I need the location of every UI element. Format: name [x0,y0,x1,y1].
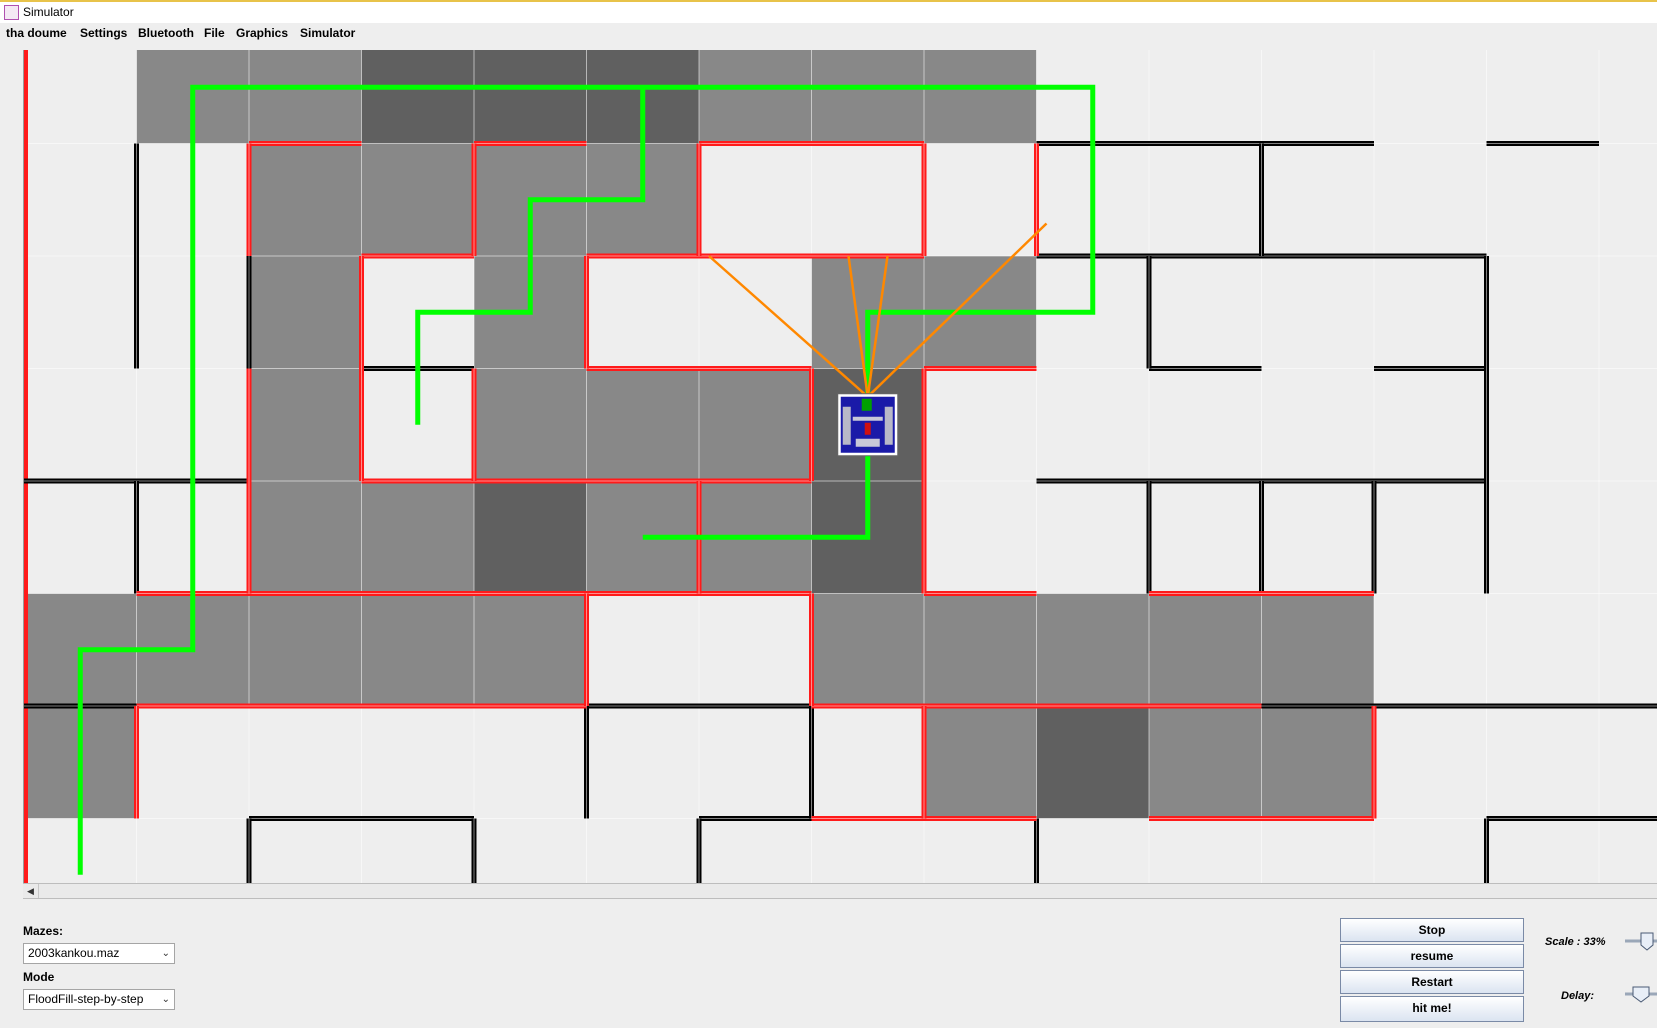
visited-cell [249,50,362,144]
visited-cell [249,368,362,481]
scale-label: Scale : 33% [1545,936,1606,948]
resume-button[interactable]: resume [1340,944,1524,968]
visited-cell [474,593,587,706]
visited-cell-dark [361,50,474,144]
delay-label: Delay: [1561,990,1595,1002]
visited-cell [586,368,699,481]
menu-file[interactable]: File [204,26,225,40]
visited-cell [811,593,924,706]
maze-canvas[interactable] [23,50,1657,883]
menu-graphics[interactable]: Graphics [236,26,288,40]
horizontal-scrollbar[interactable]: ◀ [23,883,1657,899]
restart-button[interactable]: Restart [1340,970,1524,994]
visited-cell [1149,593,1262,706]
visited-cell [699,50,812,144]
robot-sensor [861,398,872,411]
visited-cell [474,368,587,481]
visited-cell [361,593,474,706]
visited-cell [699,368,812,481]
maze-view [24,50,1657,883]
menu-tha-doume[interactable]: tha doume [6,26,67,40]
maze-select[interactable]: 2003kankou.maz ⌄ [23,943,175,964]
chevron-down-icon: ⌄ [161,948,170,959]
robot-bumper [855,438,880,447]
maze-select-value: 2003kankou.maz [28,946,120,960]
visited-cell [1261,706,1374,819]
visited-cell [361,481,474,594]
visited-cell [924,50,1037,144]
visited-cell [249,481,362,594]
scale-slider[interactable] [1625,929,1657,953]
menu-bar: tha doume Settings Bluetooth File Graphi… [0,23,1657,44]
robot-wheel-right [884,406,893,445]
visited-cell-dark [1036,706,1149,819]
mode-select-value: FloodFill-step-by-step [28,992,144,1006]
chevron-down-icon: ⌄ [161,994,170,1005]
menu-settings[interactable]: Settings [80,26,127,40]
mode-select[interactable]: FloodFill-step-by-step ⌄ [23,989,175,1010]
mode-label: Mode [23,970,55,984]
robot-wheel-left [842,406,851,445]
robot-axle [852,416,883,421]
scroll-left-icon[interactable]: ◀ [23,884,39,898]
app-icon [4,5,19,20]
visited-cell [924,706,1037,819]
hit-me-button[interactable]: hit me! [1340,996,1524,1022]
stop-button[interactable]: Stop [1340,918,1524,942]
window-title: Simulator [23,5,74,19]
visited-cell-dark [474,481,587,594]
title-bar: Simulator [0,0,1657,23]
visited-cell [1036,593,1149,706]
menu-simulator[interactable]: Simulator [300,26,355,40]
mazes-label: Mazes: [23,924,64,938]
visited-cell [249,143,362,256]
robot-marker [864,422,871,435]
visited-cell [1149,706,1262,819]
visited-cell-dark [474,50,587,144]
visited-cell [249,593,362,706]
visited-cell [361,143,474,256]
visited-cell [811,50,924,144]
visited-cell [924,593,1037,706]
delay-slider[interactable] [1625,984,1657,1008]
visited-cell [1261,593,1374,706]
visited-cell [249,256,362,369]
menu-bluetooth[interactable]: Bluetooth [138,26,194,40]
